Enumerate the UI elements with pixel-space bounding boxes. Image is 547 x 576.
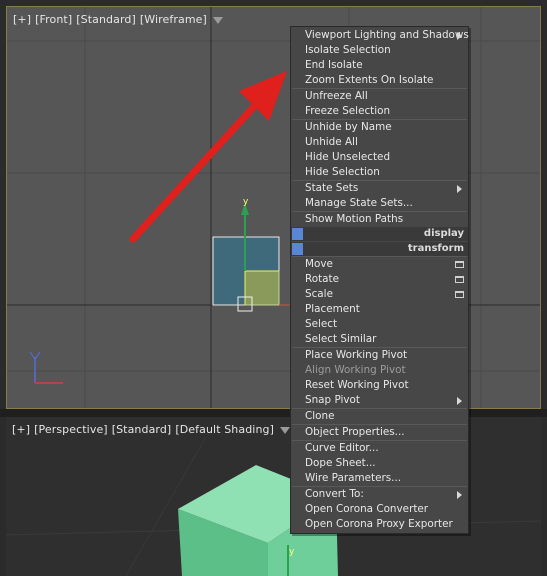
menu-item-label: Curve Editor... xyxy=(305,442,379,454)
submenu-arrow-icon xyxy=(457,185,462,193)
menu-item-label: End Isolate xyxy=(305,59,363,71)
quad-context-menu: Viewport Lighting and Shadows Isolate Se… xyxy=(290,26,469,534)
menu-item-end-isolate[interactable]: End Isolate xyxy=(291,58,468,73)
menu-item-reset-working-pivot[interactable]: Reset Working Pivot xyxy=(291,378,468,393)
menu-item-label: Freeze Selection xyxy=(305,105,391,117)
menu-item-unfreeze-all[interactable]: Unfreeze All xyxy=(291,89,468,104)
viewport-view-menu[interactable]: [Front] xyxy=(35,13,72,26)
menu-item-label: Unhide All xyxy=(305,136,358,148)
settings-box-icon[interactable] xyxy=(455,276,464,283)
menu-item-label: Select Similar xyxy=(305,333,377,345)
menu-item-object-properties[interactable]: Object Properties... xyxy=(291,425,468,440)
menu-item-label: Open Corona Proxy Exporter xyxy=(305,518,453,530)
menu-item-zoom-extents-isolate[interactable]: Zoom Extents On Isolate xyxy=(291,73,468,88)
filter-icon[interactable] xyxy=(212,16,223,24)
submenu-arrow-icon xyxy=(457,32,462,40)
menu-item-label: Align Working Pivot xyxy=(305,364,406,376)
menu-item-curve-editor[interactable]: Curve Editor... xyxy=(291,441,468,456)
menu-item-unhide-by-name[interactable]: Unhide by Name xyxy=(291,120,468,135)
axis-tripod-icon xyxy=(29,351,63,384)
menu-item-label: Scale xyxy=(305,288,333,300)
menu-item-viewport-lighting[interactable]: Viewport Lighting and Shadows xyxy=(291,28,469,43)
menu-item-label: Open Corona Converter xyxy=(305,503,429,515)
menu-item-convert-to[interactable]: Convert To: xyxy=(291,487,468,502)
menu-item-label: Placement xyxy=(305,303,360,315)
menu-item-clone[interactable]: Clone xyxy=(291,409,468,424)
quad-marker-icon xyxy=(292,228,303,240)
menu-item-label: Zoom Extents On Isolate xyxy=(305,74,434,86)
menu-item-wire-parameters[interactable]: Wire Parameters... xyxy=(291,471,468,486)
menu-item-show-motion-paths[interactable]: Show Motion Paths xyxy=(291,212,468,227)
menu-item-label: Rotate xyxy=(305,273,340,285)
menu-item-label: Hide Selection xyxy=(305,166,380,178)
menu-item-open-corona-converter[interactable]: Open Corona Converter xyxy=(291,502,468,517)
menu-item-label: Show Motion Paths xyxy=(305,213,404,225)
menu-item-label: Clone xyxy=(305,410,335,422)
menu-item-label: Unfreeze All xyxy=(305,90,368,102)
menu-item-label: Reset Working Pivot xyxy=(305,379,409,391)
menu-item-unhide-all[interactable]: Unhide All xyxy=(291,135,468,150)
submenu-arrow-icon xyxy=(457,491,462,499)
menu-item-scale[interactable]: Scale xyxy=(291,287,468,302)
menu-item-label: Place Working Pivot xyxy=(305,349,408,361)
viewport-display-mode[interactable]: [Default Shading] xyxy=(175,423,274,436)
viewport-shading-standard[interactable]: [Standard] xyxy=(112,423,172,436)
menu-item-dope-sheet[interactable]: Dope Sheet... xyxy=(291,456,468,471)
menu-item-rotate[interactable]: Rotate xyxy=(291,272,468,287)
menu-item-manage-state-sets[interactable]: Manage State Sets... xyxy=(291,196,468,211)
quad-header-display: display xyxy=(291,227,468,241)
menu-item-label: Move xyxy=(305,258,333,270)
menu-item-label: State Sets xyxy=(305,182,359,194)
menu-item-isolate-selection[interactable]: Isolate Selection xyxy=(291,43,468,58)
submenu-arrow-icon xyxy=(457,397,462,405)
annotation-arrow xyxy=(129,71,287,243)
menu-item-label: Hide Unselected xyxy=(305,151,391,163)
menu-item-freeze-selection[interactable]: Freeze Selection xyxy=(291,104,468,119)
menu-item-label: Wire Parameters... xyxy=(305,472,402,484)
menu-item-label: Convert To: xyxy=(305,488,364,500)
menu-item-open-corona-proxy-exporter[interactable]: Open Corona Proxy Exporter xyxy=(291,517,468,532)
menu-item-label: Object Properties... xyxy=(305,426,405,438)
menu-item-select-similar[interactable]: Select Similar xyxy=(291,332,468,347)
viewport-plus-menu[interactable]: [+] xyxy=(13,13,31,26)
viewport-shading-standard[interactable]: [Standard] xyxy=(76,13,136,26)
menu-item-label: Isolate Selection xyxy=(305,44,391,56)
viewport-display-mode[interactable]: [Wireframe] xyxy=(140,13,207,26)
perspective-viewport-label[interactable]: [+] [Perspective] [Standard] [Default Shadi… xyxy=(12,423,291,436)
front-viewport-label[interactable]: [+] [Front] [Standard] [Wireframe] xyxy=(13,13,223,26)
menu-item-place-working-pivot[interactable]: Place Working Pivot xyxy=(291,348,468,363)
menu-item-label: Unhide by Name xyxy=(305,121,392,133)
menu-item-select[interactable]: Select xyxy=(291,317,468,332)
quad-header-transform: transform xyxy=(291,242,468,256)
menu-item-move[interactable]: Move xyxy=(291,257,468,272)
gizmo-axis-y-label: y xyxy=(289,547,295,557)
menu-item-label: Manage State Sets... xyxy=(305,197,413,209)
menu-item-label: Select xyxy=(305,318,338,330)
menu-item-label: Dope Sheet... xyxy=(305,457,376,469)
menu-item-snap-pivot[interactable]: Snap Pivot xyxy=(291,393,468,408)
menu-item-placement[interactable]: Placement xyxy=(291,302,468,317)
quad-marker-icon xyxy=(292,243,303,255)
filter-icon[interactable] xyxy=(280,426,291,434)
viewport-plus-menu[interactable]: [+] xyxy=(12,423,30,436)
menu-item-label: Viewport Lighting and Shadows xyxy=(305,29,469,41)
menu-item-state-sets[interactable]: State Sets xyxy=(291,181,468,196)
menu-item-hide-unselected[interactable]: Hide Unselected xyxy=(291,150,468,165)
menu-item-align-working-pivot: Align Working Pivot xyxy=(291,363,468,378)
settings-box-icon[interactable] xyxy=(455,291,464,298)
menu-item-label: Snap Pivot xyxy=(305,394,360,406)
quad-header-label: display xyxy=(423,228,464,239)
settings-box-icon[interactable] xyxy=(455,261,464,268)
menu-item-hide-selection[interactable]: Hide Selection xyxy=(291,165,468,180)
viewport-view-menu[interactable]: [Perspective] xyxy=(34,423,108,436)
quad-header-label: transform xyxy=(407,243,464,254)
